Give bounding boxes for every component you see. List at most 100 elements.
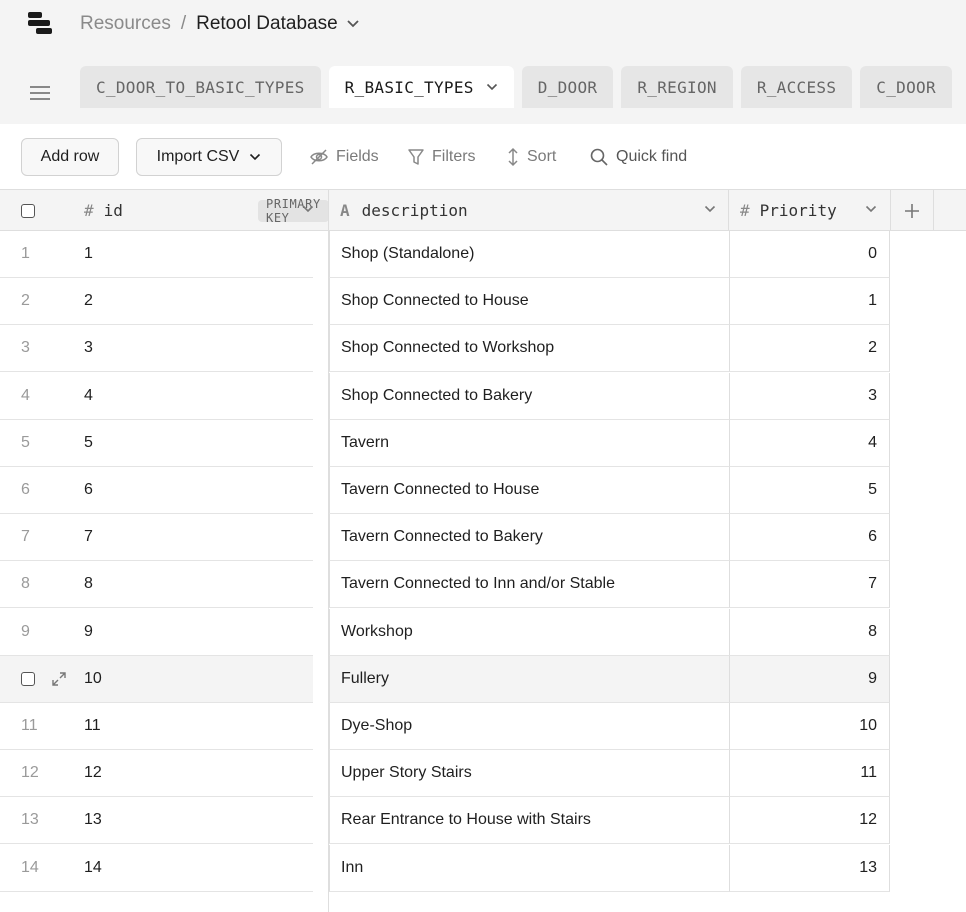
priority-cell[interactable]: 5 — [729, 467, 890, 514]
table-row[interactable]: 3 3 Shop Connected to Workshop 2 — [0, 325, 890, 373]
description-cell[interactable]: Shop Connected to Workshop — [329, 325, 729, 373]
import-csv-button[interactable]: Import CSV — [136, 138, 282, 176]
table-row[interactable]: 13 13 Rear Entrance to House with Stairs… — [0, 797, 890, 845]
checkbox[interactable] — [21, 203, 35, 218]
fields-label: Fields — [336, 148, 379, 165]
id-cell[interactable]: 11 — [70, 703, 313, 750]
add-row-button[interactable]: Add row — [21, 138, 119, 176]
column-header-description[interactable]: A description — [329, 190, 729, 231]
tab-r-basic-types[interactable]: R_BASIC_TYPES — [328, 66, 514, 108]
fields-button[interactable]: Fields — [309, 146, 379, 168]
table-row[interactable]: 8 8 Tavern Connected to Inn and/or Stabl… — [0, 561, 890, 609]
description-cell[interactable]: Tavern Connected to House — [329, 467, 729, 514]
priority-cell[interactable]: 6 — [729, 514, 890, 562]
priority-cell[interactable]: 1 — [729, 278, 890, 326]
row-number — [0, 655, 70, 703]
description-cell[interactable]: Shop Connected to House — [329, 278, 729, 326]
table-row[interactable]: 11 11 Dye-Shop 10 — [0, 703, 890, 750]
id-cell[interactable]: 8 — [70, 561, 313, 609]
filters-button[interactable]: Filters — [407, 146, 476, 168]
description-cell[interactable]: Inn — [329, 844, 729, 892]
tab-label: R_REGION — [637, 77, 717, 97]
description-cell[interactable]: Tavern — [329, 419, 729, 467]
priority-cell[interactable]: 11 — [729, 750, 890, 798]
row-number: 6 — [0, 467, 70, 514]
table-row[interactable]: 7 7 Tavern Connected to Bakery 6 — [0, 514, 890, 562]
priority-cell[interactable]: 0 — [729, 231, 890, 278]
column-header-priority[interactable]: # Priority — [729, 190, 890, 231]
table-row[interactable]: 4 4 Shop Connected to Bakery 3 — [0, 372, 890, 420]
id-cell[interactable]: 2 — [70, 278, 313, 326]
id-cell[interactable]: 7 — [70, 514, 313, 562]
id-cell[interactable]: 1 — [70, 231, 313, 278]
tab-d-door[interactable]: D_DOOR — [521, 66, 614, 108]
description-cell[interactable]: Fullery — [329, 655, 729, 703]
number-type-icon: # — [84, 201, 94, 220]
row-number: 2 — [0, 278, 70, 326]
description-cell[interactable]: Rear Entrance to House with Stairs — [329, 797, 729, 845]
priority-cell[interactable]: 7 — [729, 561, 890, 609]
chevron-down-icon[interactable] — [302, 205, 314, 213]
description-cell[interactable]: Shop Connected to Bakery — [329, 372, 729, 420]
breadcrumb-resources[interactable]: Resources — [80, 13, 171, 35]
menu-icon[interactable] — [30, 84, 50, 102]
table-row[interactable]: 6 6 Tavern Connected to House 5 — [0, 467, 890, 514]
description-cell[interactable]: Upper Story Stairs — [329, 750, 729, 798]
quick-find-button[interactable]: Quick find — [589, 146, 687, 168]
id-cell[interactable]: 10 — [70, 655, 313, 703]
sort-button[interactable]: Sort — [506, 146, 556, 168]
priority-cell[interactable]: 8 — [729, 608, 890, 656]
description-cell[interactable]: Tavern Connected to Bakery — [329, 514, 729, 562]
id-cell[interactable]: 5 — [70, 420, 313, 467]
chevron-down-icon[interactable] — [704, 205, 716, 213]
priority-cell[interactable]: 9 — [729, 655, 890, 703]
id-cell[interactable]: 9 — [70, 609, 313, 656]
tab-label: D_DOOR — [537, 77, 598, 97]
id-cell[interactable]: 14 — [70, 845, 313, 892]
priority-cell[interactable]: 12 — [729, 797, 890, 845]
priority-cell[interactable]: 4 — [729, 419, 890, 467]
id-cell[interactable]: 4 — [70, 373, 313, 420]
id-cell[interactable]: 13 — [70, 797, 313, 845]
description-cell[interactable]: Shop (Standalone) — [329, 231, 729, 278]
tab-c-door[interactable]: C_DOOR — [860, 66, 952, 108]
id-cell[interactable]: 12 — [70, 750, 313, 798]
breadcrumb-separator: / — [180, 13, 187, 34]
select-all-checkbox[interactable] — [21, 190, 41, 231]
table-row[interactable]: 10 Fullery 9 — [0, 655, 890, 703]
tab-label: R_BASIC_TYPES — [344, 77, 474, 97]
tab-r-region[interactable]: R_REGION — [621, 66, 733, 108]
chevron-down-icon[interactable] — [865, 205, 877, 213]
tab-r-access[interactable]: R_ACCESS — [740, 66, 853, 108]
priority-cell[interactable]: 3 — [729, 372, 890, 420]
chevron-down-icon[interactable] — [346, 19, 360, 29]
tab-c-door-to-basic-types[interactable]: C_DOOR_TO_BASIC_TYPES — [80, 66, 321, 108]
id-cell[interactable]: 6 — [70, 467, 313, 514]
column-header-id[interactable]: # id PRIMARY KEY — [70, 190, 329, 231]
chevron-down-icon[interactable] — [486, 83, 498, 91]
description-cell[interactable]: Dye-Shop — [329, 703, 729, 750]
table-row[interactable]: 1 1 Shop (Standalone) 0 — [0, 231, 890, 278]
table-row[interactable]: 5 5 Tavern 4 — [0, 419, 890, 467]
table-row[interactable]: 9 9 Workshop 8 — [0, 608, 890, 656]
table-toolbar: Add row Import CSV Fields Filters Sort Q… — [0, 124, 966, 190]
id-cell[interactable]: 3 — [70, 325, 313, 373]
priority-cell[interactable]: 10 — [729, 703, 890, 750]
row-number: 13 — [0, 797, 70, 845]
priority-cell[interactable]: 13 — [729, 844, 890, 892]
description-cell[interactable]: Tavern Connected to Inn and/or Stable — [329, 561, 729, 609]
add-column-button[interactable] — [891, 190, 933, 231]
row-select-checkbox[interactable] — [21, 671, 35, 686]
table-row[interactable]: 14 14 Inn 13 — [0, 844, 890, 892]
filters-label: Filters — [432, 148, 476, 165]
table-row[interactable]: 12 12 Upper Story Stairs 11 — [0, 750, 890, 798]
breadcrumb-current[interactable]: Retool Database — [196, 13, 338, 35]
row-number: 7 — [0, 514, 70, 562]
row-number: 12 — [0, 750, 70, 798]
priority-cell[interactable]: 2 — [729, 325, 890, 373]
description-cell[interactable]: Workshop — [329, 608, 729, 656]
expand-row-icon[interactable] — [51, 671, 67, 687]
table-row[interactable]: 2 2 Shop Connected to House 1 — [0, 278, 890, 326]
retool-logo-icon[interactable] — [28, 12, 54, 36]
column-label: description — [361, 201, 468, 220]
